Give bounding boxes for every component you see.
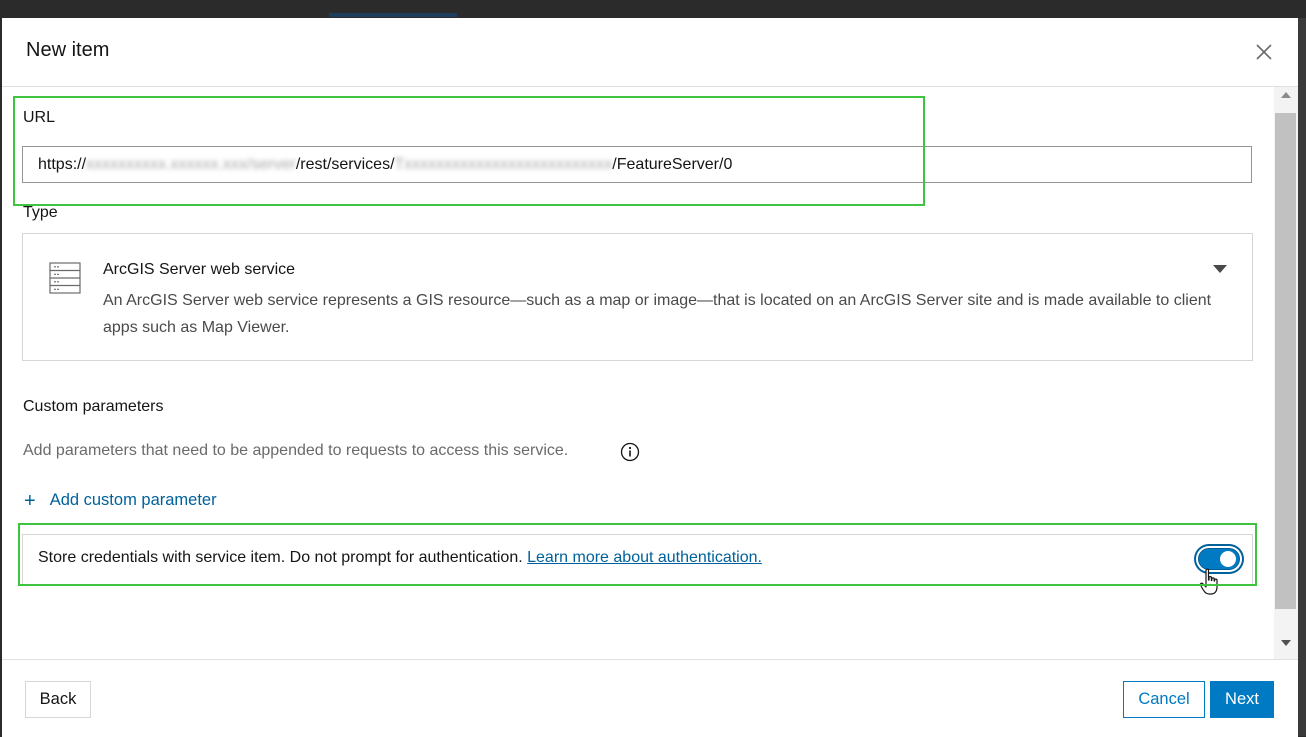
store-credentials-toggle[interactable] — [1198, 548, 1240, 570]
toggle-knob — [1220, 551, 1236, 567]
dialog-header: New item — [2, 18, 1298, 87]
next-button[interactable]: Next — [1210, 681, 1274, 718]
arrow-down-icon — [1281, 640, 1291, 646]
url-suffix: /FeatureServer/0 — [612, 155, 733, 173]
type-label: Type — [23, 204, 58, 221]
store-credentials-row: Store credentials with service item. Do … — [22, 534, 1253, 586]
url-redacted-host: xxxxxxxxxx.xxxxxx.xxx/server — [86, 155, 296, 173]
arrow-up-icon — [1281, 92, 1291, 98]
add-custom-parameter-button[interactable]: + Add custom parameter — [24, 489, 217, 512]
store-credentials-label: Store credentials with service item. Do … — [38, 549, 523, 566]
close-icon — [1256, 44, 1272, 60]
backdrop — [0, 0, 1306, 18]
backdrop-edge — [1298, 18, 1306, 736]
info-icon[interactable] — [620, 442, 640, 462]
backdrop-active-tab — [329, 13, 457, 17]
scroll-down-button[interactable] — [1274, 639, 1298, 653]
add-custom-parameter-label: Add custom parameter — [49, 491, 217, 509]
cancel-button[interactable]: Cancel — [1123, 681, 1205, 718]
url-prefix: https:// — [38, 155, 87, 173]
store-credentials-text: Store credentials with service item. Do … — [38, 549, 762, 567]
learn-more-authentication-link[interactable]: Learn more about authentication. — [527, 549, 762, 566]
dialog-footer: Back Cancel Next — [2, 659, 1298, 737]
custom-parameters-description: Add parameters that need to be appended … — [23, 442, 569, 459]
type-select[interactable]: ArcGIS Server web service An ArcGIS Serv… — [22, 233, 1253, 361]
url-path: /rest/services/ — [295, 155, 395, 173]
type-selected-name: ArcGIS Server web service — [103, 261, 296, 278]
back-button[interactable]: Back — [25, 681, 91, 718]
dialog-title: New item — [26, 39, 110, 61]
scrollbar-thumb[interactable] — [1275, 113, 1296, 609]
close-button[interactable] — [1252, 40, 1276, 64]
chevron-down-icon — [1213, 265, 1227, 273]
url-label: URL — [23, 109, 56, 126]
custom-parameters-label: Custom parameters — [23, 398, 164, 415]
type-selected-description: An ArcGIS Server web service represents … — [103, 292, 1212, 336]
url-input[interactable]: https://xxxxxxxxxx.xxxxxx.xxx/server/res… — [22, 146, 1252, 183]
vertical-scrollbar[interactable] — [1274, 87, 1298, 659]
scroll-up-button[interactable] — [1274, 91, 1298, 105]
url-redacted-service: Txxxxxxxxxxxxxxxxxxxxxxxxxx — [394, 155, 613, 173]
new-item-dialog: New item URL https://xxxxxxxxxx.xxxxxx.x… — [2, 18, 1298, 737]
server-table-icon — [49, 262, 81, 294]
dialog-content: URL https://xxxxxxxxxx.xxxxxx.xxx/server… — [2, 87, 1274, 659]
plus-icon: + — [24, 489, 36, 512]
